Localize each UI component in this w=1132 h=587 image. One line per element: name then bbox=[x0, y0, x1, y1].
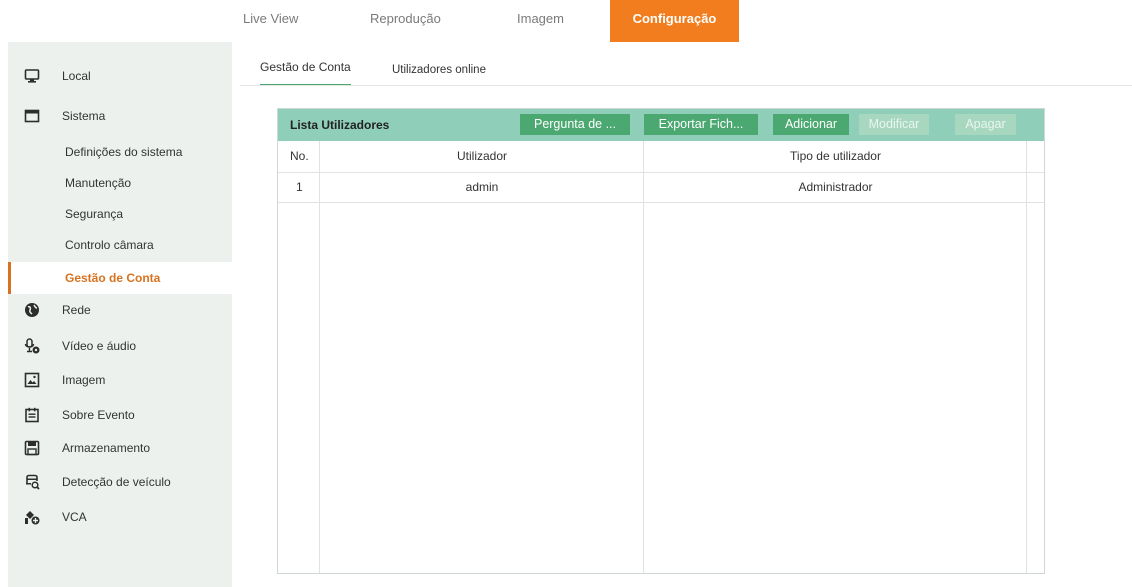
sidebar-subitem-manutencao[interactable]: Manutenção bbox=[8, 167, 232, 199]
sidebar-subitem-definicoes-sistema[interactable]: Definições do sistema bbox=[8, 136, 232, 168]
column-header-tipo: Tipo de utilizador bbox=[790, 149, 881, 163]
sidebar-item-deteccao-veiculo[interactable]: Detecção de veículo bbox=[8, 466, 232, 498]
calendar-icon bbox=[25, 407, 39, 423]
nav-tab-imagem[interactable]: Imagem bbox=[517, 0, 564, 42]
modify-button[interactable]: Modificar bbox=[859, 114, 929, 135]
save-icon bbox=[24, 440, 40, 456]
sidebar-item-imagem[interactable]: Imagem bbox=[8, 364, 232, 396]
nav-tab-reproducao[interactable]: Reprodução bbox=[370, 0, 441, 42]
sidebar-item-sistema[interactable]: Sistema bbox=[8, 100, 232, 132]
question-button[interactable]: Pergunta de ... bbox=[520, 114, 630, 135]
sidebar-item-label: Rede bbox=[62, 303, 91, 317]
active-indicator bbox=[8, 262, 11, 294]
subtab-divider bbox=[240, 85, 1132, 86]
sidebar-item-rede[interactable]: Rede bbox=[8, 294, 232, 326]
sidebar-item-label: Definições do sistema bbox=[65, 145, 183, 159]
globe-icon bbox=[25, 303, 39, 317]
image-icon bbox=[24, 372, 40, 388]
nav-tab-configuracao[interactable]: Configuração bbox=[610, 0, 739, 42]
window-icon bbox=[24, 109, 40, 123]
column-header-utilizador: Utilizador bbox=[456, 149, 507, 163]
sidebar-item-label: VCA bbox=[62, 510, 87, 524]
nav-tab-live-view[interactable]: Live View bbox=[243, 0, 298, 42]
top-navigation: Live View Reprodução Imagem Configuração bbox=[0, 0, 1132, 42]
sidebar-item-label: Sistema bbox=[62, 109, 106, 123]
add-button[interactable]: Adicionar bbox=[773, 114, 849, 135]
sidebar-item-label: Gestão de Conta bbox=[65, 271, 161, 285]
table-row[interactable]: 1 admin Administrador bbox=[278, 172, 1044, 203]
column-divider bbox=[319, 141, 320, 573]
column-divider bbox=[1026, 141, 1027, 573]
user-list-table: Lista Utilizadores Pergunta de ... Expor… bbox=[277, 108, 1045, 574]
sidebar-item-label: Vídeo e áudio bbox=[62, 339, 137, 353]
sidebar-item-sobre-evento[interactable]: Sobre Evento bbox=[8, 399, 232, 431]
sidebar-subitem-controlo-camara[interactable]: Controlo câmara bbox=[8, 229, 232, 261]
delete-button[interactable]: Apagar bbox=[955, 114, 1016, 135]
sidebar-item-label: Armazenamento bbox=[62, 441, 151, 455]
sidebar-item-label: Sobre Evento bbox=[62, 408, 135, 422]
sidebar-subitem-seguranca[interactable]: Segurança bbox=[8, 198, 232, 230]
vehicle-search-icon bbox=[26, 474, 40, 490]
sidebar-item-video-audio[interactable]: Vídeo e áudio bbox=[8, 330, 232, 362]
monitor-icon bbox=[24, 69, 40, 83]
subtab-gestao-conta[interactable]: Gestão de Conta bbox=[260, 60, 351, 86]
export-button[interactable]: Exportar Fich... bbox=[644, 114, 758, 135]
cell-tipo: Administrador bbox=[798, 180, 873, 194]
sidebar-item-label: Manutenção bbox=[65, 176, 132, 190]
table-header: No. Utilizador Tipo de utilizador bbox=[278, 141, 1044, 173]
cell-utilizador: admin bbox=[465, 180, 499, 194]
sidebar-item-vca[interactable]: VCA bbox=[8, 501, 232, 533]
mic-icon bbox=[24, 338, 40, 354]
sidebar-item-label: Segurança bbox=[65, 207, 124, 221]
sidebar-item-local[interactable]: Local bbox=[8, 60, 232, 92]
sidebar-item-armazenamento[interactable]: Armazenamento bbox=[8, 432, 232, 464]
table-title: Lista Utilizadores bbox=[290, 118, 390, 132]
sidebar-item-label: Detecção de veículo bbox=[62, 475, 171, 489]
sidebar-item-label: Local bbox=[62, 69, 91, 83]
sidebar-subitem-gestao-conta[interactable]: Gestão de Conta bbox=[8, 262, 232, 294]
sidebar: Local Sistema Definições do sistema Manu… bbox=[8, 42, 232, 587]
table-toolbar: Lista Utilizadores Pergunta de ... Expor… bbox=[278, 109, 1044, 141]
column-divider bbox=[643, 141, 644, 573]
column-header-no: No. bbox=[290, 149, 309, 163]
vca-icon bbox=[25, 511, 40, 525]
sidebar-item-label: Imagem bbox=[62, 373, 106, 387]
sidebar-item-label: Controlo câmara bbox=[65, 238, 154, 252]
cell-no: 1 bbox=[296, 180, 303, 194]
